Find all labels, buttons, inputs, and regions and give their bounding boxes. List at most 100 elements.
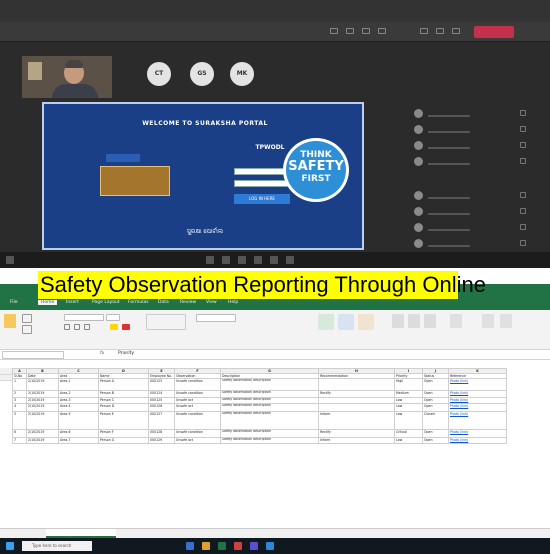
table-cell[interactable]: Unsafe act bbox=[174, 403, 221, 412]
insert-cells-icon[interactable] bbox=[392, 314, 404, 328]
sort-filter-icon[interactable] bbox=[482, 314, 494, 328]
table-cell[interactable]: Area-2 bbox=[58, 390, 99, 398]
mic-icon[interactable] bbox=[436, 28, 444, 34]
menu-insert[interactable]: Insert bbox=[66, 300, 79, 305]
table-cell[interactable]: 000127 bbox=[148, 411, 175, 430]
italic-icon[interactable] bbox=[74, 324, 80, 330]
alignment-group[interactable] bbox=[146, 314, 186, 330]
table-cell[interactable]: Inform bbox=[318, 411, 395, 430]
taskbar-search[interactable]: Type here to search bbox=[22, 541, 92, 551]
username-field[interactable] bbox=[234, 168, 290, 175]
table-cell[interactable]: Area-4 bbox=[58, 403, 99, 412]
reference-link-cell[interactable]: Photo (link) bbox=[448, 403, 507, 412]
more-icon[interactable] bbox=[378, 28, 386, 34]
table-cell[interactable]: 4 bbox=[12, 403, 27, 412]
table-cell[interactable]: Open bbox=[422, 403, 449, 412]
taskbar-app-icon[interactable] bbox=[186, 542, 194, 550]
taskbar-app-icon[interactable] bbox=[270, 256, 278, 264]
table-cell[interactable] bbox=[318, 403, 395, 412]
name-box[interactable] bbox=[2, 351, 64, 359]
table-cell[interactable]: Area-1 bbox=[58, 378, 99, 391]
table-cell[interactable] bbox=[318, 378, 395, 391]
menu-help[interactable]: Help bbox=[228, 300, 238, 305]
table-cell[interactable]: Critical bbox=[394, 429, 423, 438]
panel-participant-row[interactable] bbox=[412, 108, 536, 120]
menu-page-layout[interactable]: Page Layout bbox=[92, 300, 120, 305]
panel-participant-row[interactable] bbox=[412, 206, 536, 218]
start-icon[interactable] bbox=[6, 256, 14, 264]
menu-view[interactable]: View bbox=[206, 300, 217, 305]
reactions-icon[interactable] bbox=[362, 28, 370, 34]
table-cell[interactable]: Inform bbox=[318, 437, 395, 444]
table-cell[interactable]: 1 bbox=[12, 378, 27, 391]
table-cell[interactable]: Person A bbox=[98, 378, 149, 391]
menu-review[interactable]: Review bbox=[180, 300, 196, 305]
paste-icon[interactable] bbox=[4, 314, 16, 328]
font-color-icon[interactable] bbox=[122, 324, 130, 330]
table-cell[interactable]: 2 bbox=[12, 390, 27, 398]
table-cell[interactable]: 000123 bbox=[148, 378, 175, 391]
conditional-formatting-icon[interactable] bbox=[318, 314, 334, 330]
delete-cells-icon[interactable] bbox=[408, 314, 420, 328]
table-cell[interactable]: Unsafe condition bbox=[174, 411, 221, 430]
bold-icon[interactable] bbox=[64, 324, 70, 330]
excel-taskbar-icon[interactable] bbox=[218, 542, 226, 550]
table-cell[interactable]: Unsafe condition bbox=[174, 378, 221, 391]
panel-participant-row[interactable] bbox=[412, 156, 536, 168]
table-cell[interactable]: Area-7 bbox=[58, 437, 99, 444]
cell-styles-icon[interactable] bbox=[358, 314, 374, 330]
table-cell[interactable]: 2/10/2019 bbox=[26, 429, 59, 438]
people-icon[interactable] bbox=[346, 28, 354, 34]
camera-icon[interactable] bbox=[420, 28, 428, 34]
menu-file[interactable]: File bbox=[10, 300, 18, 305]
taskbar-app-icon[interactable] bbox=[222, 256, 230, 264]
cut-icon[interactable] bbox=[22, 314, 32, 323]
copy-icon[interactable] bbox=[22, 325, 32, 334]
table-cell[interactable]: 2/10/2019 bbox=[26, 403, 59, 412]
share-icon[interactable] bbox=[452, 28, 460, 34]
table-cell[interactable]: Low bbox=[394, 437, 423, 444]
find-select-icon[interactable] bbox=[500, 314, 512, 328]
table-cell[interactable]: 5 bbox=[12, 411, 27, 430]
table-cell[interactable]: 000124 bbox=[148, 390, 175, 398]
panel-participant-row[interactable] bbox=[412, 238, 536, 250]
table-cell[interactable]: Safety observation description bbox=[220, 437, 319, 444]
table-cell[interactable]: Safety observation description bbox=[220, 429, 319, 438]
panel-participant-row[interactable] bbox=[412, 190, 536, 202]
table-cell[interactable]: Low bbox=[394, 411, 423, 430]
reference-link-cell[interactable]: Photo (link) bbox=[448, 378, 507, 391]
table-cell[interactable]: Area-5 bbox=[58, 411, 99, 430]
start-icon[interactable] bbox=[6, 542, 14, 550]
panel-participant-row[interactable] bbox=[412, 124, 536, 136]
table-cell[interactable]: Medium bbox=[394, 390, 423, 398]
taskbar-app-icon[interactable] bbox=[206, 256, 214, 264]
table-cell[interactable]: Area-6 bbox=[58, 429, 99, 438]
table-cell[interactable]: Person D bbox=[98, 403, 149, 412]
reference-link-cell[interactable]: Photo (link) bbox=[448, 437, 507, 444]
reference-link-cell[interactable]: Photo (link) bbox=[448, 411, 507, 430]
table-cell[interactable]: 2/10/2019 bbox=[26, 411, 59, 430]
table-cell[interactable]: Open bbox=[422, 378, 449, 391]
sheet-tab[interactable] bbox=[46, 529, 116, 538]
table-cell[interactable]: Low bbox=[394, 403, 423, 412]
table-cell[interactable]: 6 bbox=[12, 429, 27, 438]
table-cell[interactable]: Rectify bbox=[318, 390, 395, 398]
table-cell[interactable]: Rectify bbox=[318, 429, 395, 438]
table-cell[interactable]: Person F bbox=[98, 429, 149, 438]
leave-button[interactable] bbox=[474, 26, 514, 38]
table-cell[interactable]: Safety observation description bbox=[220, 403, 319, 412]
format-cells-icon[interactable] bbox=[424, 314, 436, 328]
panel-participant-row[interactable] bbox=[412, 222, 536, 234]
table-cell[interactable]: Unsafe condition bbox=[174, 390, 221, 398]
header-cell[interactable]: Employee No. bbox=[148, 373, 175, 379]
menu-data[interactable]: Data bbox=[158, 300, 169, 305]
menu-home[interactable]: Home bbox=[38, 300, 58, 305]
taskbar-app-icon[interactable] bbox=[238, 256, 246, 264]
table-cell[interactable]: 2/10/2019 bbox=[26, 378, 59, 391]
underline-icon[interactable] bbox=[84, 324, 90, 330]
panel-participant-row[interactable] bbox=[412, 140, 536, 152]
font-name-select[interactable] bbox=[64, 314, 104, 321]
fx-icon[interactable]: fx bbox=[100, 351, 104, 356]
table-cell[interactable]: 2/10/2019 bbox=[26, 437, 59, 444]
password-field[interactable] bbox=[234, 180, 290, 187]
